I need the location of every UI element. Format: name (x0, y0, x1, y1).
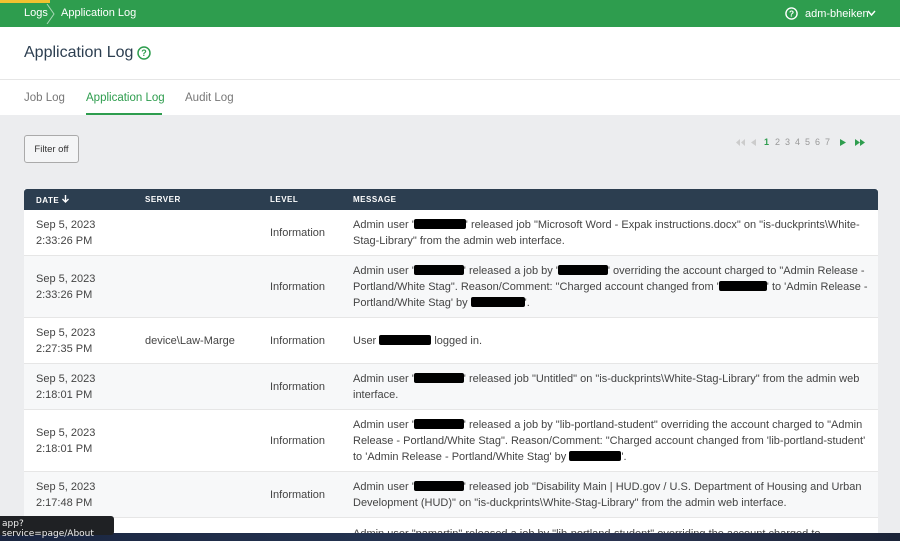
filter-button[interactable]: Filter off (24, 135, 79, 163)
message-cell: Admin user ' ' released job "Untitled" on… (353, 371, 868, 403)
status-url-tooltip: app?service=page/About (0, 516, 114, 539)
active-tab-indicator (86, 113, 162, 115)
level-cell: Information (270, 435, 326, 447)
help-icon[interactable]: ? (785, 7, 798, 20)
redaction-mark (413, 419, 464, 429)
column-header-level[interactable]: LEVEL (270, 195, 298, 204)
column-header-message[interactable]: MESSAGE (353, 195, 397, 204)
column-header-server[interactable]: SERVER (145, 195, 181, 204)
user-menu[interactable]: adm-bheiken (805, 8, 869, 20)
page-4[interactable]: 4 (795, 137, 800, 147)
time-text: 2:33:26 PM (36, 289, 93, 301)
server-cell: device\Law-Marge (145, 335, 235, 347)
breadcrumb-current: Application Log (61, 7, 137, 19)
table-row: Sep 5, 2023 2:33:26 PM Information Admin … (24, 210, 878, 256)
redaction-mark (413, 481, 464, 491)
date-cell: Sep 5, 2023 2:33:26 PM (36, 271, 136, 303)
date-cell: Sep 5, 2023 2:33:26 PM (36, 217, 136, 249)
message-text: Admin user ' (353, 481, 414, 493)
column-header-date[interactable]: DATE (36, 195, 70, 205)
prev-page-icon (751, 139, 756, 146)
last-page-icon[interactable] (855, 139, 865, 146)
first-page-icon (736, 139, 745, 146)
message-text: Admin user ' (353, 219, 414, 231)
message-text: ' released a job by ' (463, 265, 558, 277)
column-header-label: DATE (36, 196, 60, 205)
redaction-mark (413, 373, 464, 383)
redaction-mark (470, 297, 525, 307)
next-page-icon[interactable] (840, 139, 846, 146)
svg-text:?: ? (789, 8, 794, 18)
time-text: 2:17:48 PM (36, 497, 93, 509)
message-text: logged in. (431, 335, 483, 347)
breadcrumb-logs[interactable]: Logs (24, 7, 48, 19)
log-table: DATE SERVER LEVEL MESSAGE Sep 5, 2023 2:3… (24, 189, 878, 541)
message-text: Admin user ' (353, 373, 414, 385)
top-nav-bar: Logs Application Log ? adm-bheiken (0, 0, 900, 27)
message-cell: Admin user ' ' released a job by "lib-por… (353, 417, 868, 465)
chevron-down-icon[interactable] (867, 10, 876, 17)
brand-accent-strip (0, 0, 50, 3)
page-title: Application Log (24, 44, 134, 61)
table-row: Sep 5, 2023 2:33:26 PM Information Admin … (24, 256, 878, 318)
level-cell: Information (270, 281, 326, 293)
page-header: Application Log ? Job Log Application Lo… (0, 27, 900, 115)
breadcrumb-separator-icon (46, 4, 55, 24)
date-text: Sep 5, 2023 (36, 373, 96, 385)
page-2[interactable]: 2 (775, 137, 780, 147)
time-text: 2:18:01 PM (36, 389, 93, 401)
level-cell: Information (270, 335, 326, 347)
time-text: 2:18:01 PM (36, 443, 93, 455)
date-cell: Sep 5, 2023 2:27:35 PM (36, 325, 136, 357)
message-cell: User logged in. (353, 333, 868, 349)
redaction-mark (718, 281, 767, 291)
tab-job-log[interactable]: Job Log (24, 92, 65, 104)
level-cell: Information (270, 489, 326, 501)
table-row: Sep 5, 2023 2:27:35 PM device\Law-Marge I… (24, 318, 878, 364)
date-cell: Sep 5, 2023 2:17:48 PM (36, 479, 136, 511)
message-cell: Admin user ' ' released a job by ' ' overr… (353, 263, 868, 311)
message-cell: Admin user ' ' released job "Disability M… (353, 479, 868, 511)
table-row: Sep 5, 2023 2:18:01 PM Information Admin … (24, 410, 878, 472)
table-header: DATE SERVER LEVEL MESSAGE (24, 189, 878, 210)
message-text: Admin user ' (353, 419, 414, 431)
redaction-mark (569, 451, 622, 461)
page-6[interactable]: 6 (815, 137, 820, 147)
time-text: 2:33:26 PM (36, 235, 93, 247)
redaction-mark (413, 219, 466, 229)
redaction-mark (557, 265, 608, 275)
date-text: Sep 5, 2023 (36, 481, 96, 493)
message-text: User (353, 335, 380, 347)
arrow-down-icon (62, 195, 70, 203)
desktop-background (0, 533, 900, 541)
page-1[interactable]: 1 (764, 137, 769, 147)
date-text: Sep 5, 2023 (36, 427, 96, 439)
redaction-mark (379, 335, 432, 345)
message-cell: Admin user ' ' released job "Microsoft Wo… (353, 217, 868, 249)
date-text: Sep 5, 2023 (36, 219, 96, 231)
tab-audit-log[interactable]: Audit Log (185, 92, 234, 104)
tab-application-log[interactable]: Application Log (86, 92, 165, 104)
page-5[interactable]: 5 (805, 137, 810, 147)
date-text: Sep 5, 2023 (36, 327, 96, 339)
help-icon[interactable]: ? (137, 46, 151, 60)
table-row: Sep 5, 2023 2:18:01 PM Information Admin … (24, 364, 878, 410)
message-text: '. (621, 451, 627, 463)
level-cell: Information (270, 381, 326, 393)
message-text: Admin user ' (353, 265, 414, 277)
page-7[interactable]: 7 (825, 137, 830, 147)
table-row: Sep 5, 2023 2:17:48 PM Information Admin … (24, 472, 878, 518)
date-cell: Sep 5, 2023 2:18:01 PM (36, 371, 136, 403)
date-cell: Sep 5, 2023 2:18:01 PM (36, 425, 136, 457)
level-cell: Information (270, 227, 326, 239)
time-text: 2:27:35 PM (36, 343, 93, 355)
svg-text:?: ? (141, 48, 147, 58)
message-text: '. (524, 297, 530, 309)
page-3[interactable]: 3 (785, 137, 790, 147)
redaction-mark (413, 265, 464, 275)
date-text: Sep 5, 2023 (36, 273, 96, 285)
divider (0, 79, 900, 80)
